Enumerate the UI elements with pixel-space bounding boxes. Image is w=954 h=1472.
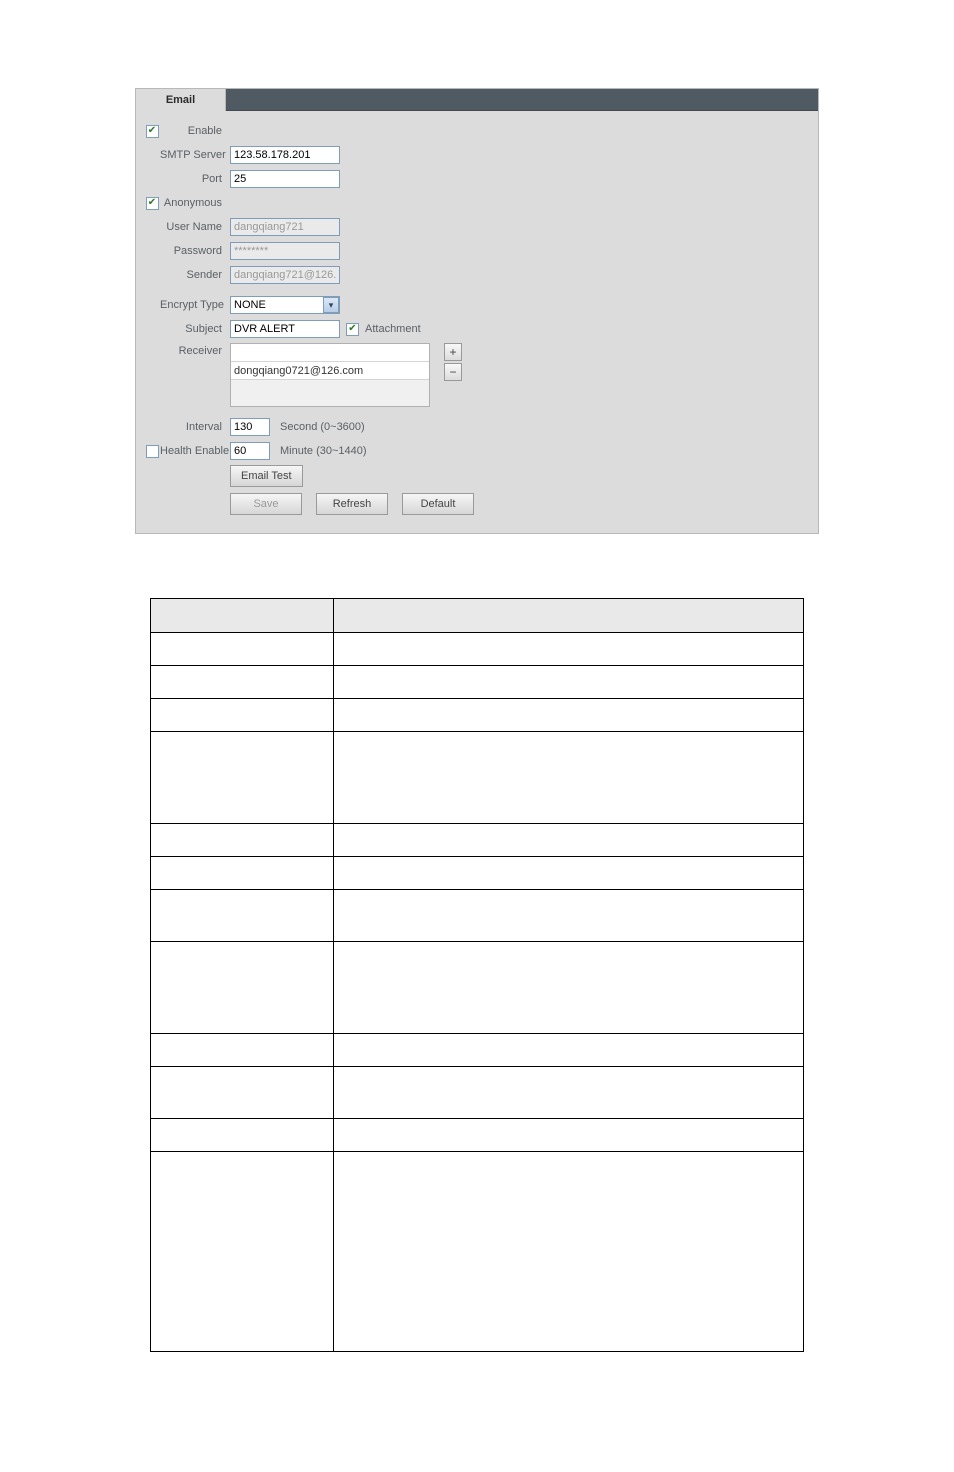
password-label: Password <box>160 245 230 257</box>
smtp-label: SMTP Server <box>160 149 230 161</box>
anonymous-checkbox[interactable] <box>146 197 159 210</box>
interval-label: Interval <box>160 421 230 433</box>
tab-bar: Email <box>136 89 818 111</box>
anonymous-label: Anonymous <box>160 197 230 209</box>
port-label: Port <box>160 173 230 185</box>
refresh-button[interactable]: Refresh <box>316 493 388 515</box>
email-settings-panel: Email Enable SMTP Server Port <box>135 88 819 534</box>
password-input <box>230 242 340 260</box>
interval-unit: Second (0~3600) <box>280 421 365 433</box>
subject-input[interactable] <box>230 320 340 338</box>
username-input <box>230 218 340 236</box>
tab-email[interactable]: Email <box>136 89 226 111</box>
smtp-server-input[interactable] <box>230 146 340 164</box>
health-enable-checkbox[interactable] <box>146 445 159 458</box>
enable-checkbox[interactable] <box>146 125 159 138</box>
health-enable-label: Health Enable <box>160 445 230 457</box>
health-unit: Minute (30~1440) <box>280 445 367 457</box>
username-label: User Name <box>160 221 230 233</box>
remove-receiver-button[interactable]: − <box>444 363 462 381</box>
default-button[interactable]: Default <box>402 493 474 515</box>
sender-input <box>230 266 340 284</box>
sender-label: Sender <box>160 269 230 281</box>
enable-label: Enable <box>160 125 230 137</box>
add-receiver-button[interactable]: + <box>444 343 462 361</box>
receiver-input-line[interactable] <box>231 344 429 362</box>
receiver-area: dongqiang0721@126.com <box>230 343 430 407</box>
tab-bar-fill <box>226 89 818 111</box>
subject-label: Subject <box>160 323 230 335</box>
save-button[interactable]: Save <box>230 493 302 515</box>
receiver-list-item[interactable]: dongqiang0721@126.com <box>231 362 429 380</box>
interval-input[interactable] <box>230 418 270 436</box>
chevron-down-icon[interactable]: ▾ <box>323 297 339 313</box>
parameter-table <box>150 598 804 1352</box>
encrypt-label: Encrypt Type <box>160 299 230 311</box>
port-input[interactable] <box>230 170 340 188</box>
attachment-label: Attachment <box>365 323 421 335</box>
receiver-label: Receiver <box>160 343 230 357</box>
attachment-checkbox[interactable] <box>346 323 359 336</box>
health-interval-input[interactable] <box>230 442 270 460</box>
email-test-button[interactable]: Email Test <box>230 465 303 487</box>
